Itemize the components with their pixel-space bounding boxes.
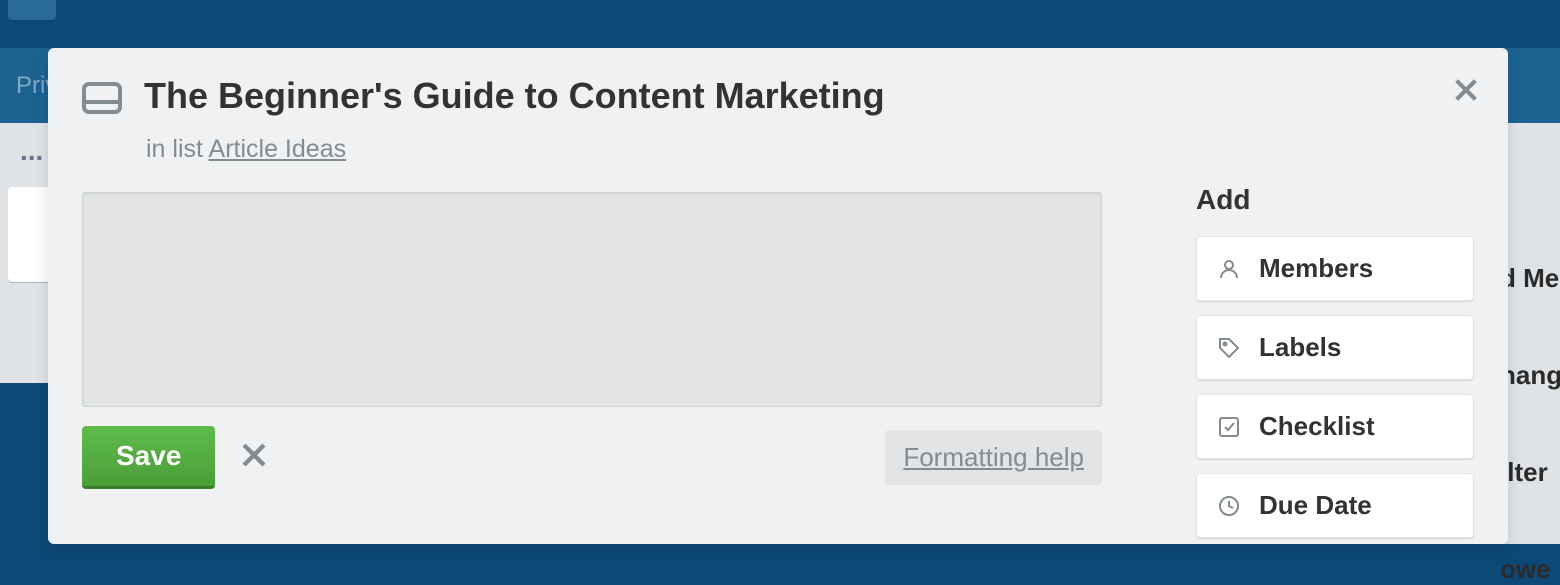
members-label: Members [1259, 253, 1373, 284]
formatting-help-link[interactable]: Formatting help [885, 430, 1102, 485]
labels-button[interactable]: Labels [1196, 315, 1474, 380]
menu-item[interactable]: hang [1500, 294, 1560, 391]
save-button[interactable]: Save [82, 426, 215, 489]
back-button[interactable] [8, 0, 56, 20]
in-list-prefix: in list [146, 135, 209, 163]
card-title[interactable]: The Beginner's Guide to Content Marketin… [144, 74, 885, 117]
members-button[interactable]: Members [1196, 236, 1474, 301]
checklist-button[interactable]: Checklist [1196, 394, 1474, 459]
list-link[interactable]: Article Ideas [209, 135, 347, 163]
close-icon[interactable] [1450, 74, 1482, 111]
board-menu-strip: d Me hang ilter owe [1500, 123, 1560, 544]
card-modal: The Beginner's Guide to Content Marketin… [48, 48, 1508, 544]
due-date-label: Due Date [1259, 490, 1372, 521]
description-editor: Save Formatting help [82, 192, 1160, 489]
checklist-icon [1217, 415, 1241, 439]
clock-icon [1217, 494, 1241, 518]
menu-item[interactable]: owe [1500, 488, 1560, 585]
app-topbar [0, 0, 1560, 48]
card-list-location: in list Article Ideas [146, 135, 1160, 164]
description-textarea[interactable] [82, 192, 1102, 407]
cancel-icon[interactable] [239, 440, 269, 475]
card-sidebar: Add Members Labels Checklist Due Date [1196, 74, 1474, 518]
labels-icon [1217, 336, 1241, 360]
card-header: The Beginner's Guide to Content Marketin… [82, 74, 1160, 119]
labels-label: Labels [1259, 332, 1341, 363]
menu-item[interactable]: ilter [1500, 391, 1560, 488]
checklist-label: Checklist [1259, 411, 1375, 442]
sidebar-heading: Add [1196, 184, 1474, 216]
card-icon [82, 82, 122, 119]
description-actions: Save Formatting help [82, 426, 1102, 489]
members-icon [1217, 257, 1241, 281]
due-date-button[interactable]: Due Date [1196, 473, 1474, 538]
menu-item[interactable]: d Me [1500, 123, 1560, 294]
card-main: The Beginner's Guide to Content Marketin… [82, 74, 1160, 518]
